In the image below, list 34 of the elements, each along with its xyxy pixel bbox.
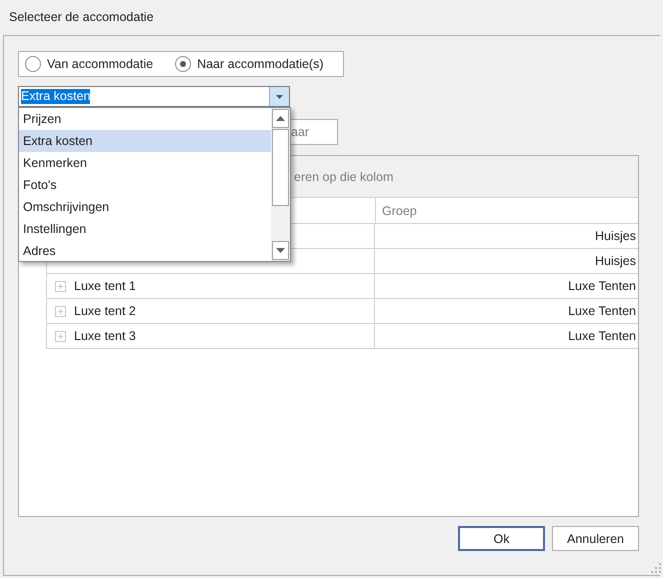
group-panel-hint: eren op die kolom <box>294 170 394 184</box>
radio-button[interactable] <box>175 56 192 72</box>
table-cell: Huisjes <box>595 229 636 243</box>
dropdown-option[interactable]: Omschrijvingen <box>19 196 271 218</box>
expand-icon[interactable] <box>55 330 66 342</box>
category-dropdown[interactable]: Extra kosten <box>18 86 290 107</box>
dropdown-option[interactable]: Instellingen <box>19 218 271 240</box>
expand-icon[interactable] <box>55 306 66 316</box>
dropdown-option[interactable]: Adres <box>19 240 271 262</box>
table-cell: Luxe Tenten <box>568 279 636 293</box>
caret-icon <box>276 94 283 98</box>
dropdown-option[interactable]: Prijzen <box>19 108 271 130</box>
radio-label: Naar accommodatie(s) <box>197 57 324 71</box>
expand-icon[interactable] <box>55 280 66 292</box>
ok-button[interactable]: Ok <box>458 526 545 551</box>
resize-grip-icon[interactable] <box>651 563 661 573</box>
radio-label: Van accommodatie <box>47 57 154 71</box>
dropdown-option[interactable]: Kenmerken <box>19 152 271 174</box>
table-cell: Luxe Tenten <box>568 304 636 318</box>
dropdown-option[interactable]: Extra kosten <box>19 130 271 152</box>
cancel-button[interactable]: Annuleren <box>552 526 639 551</box>
dropdown-option[interactable]: Foto's <box>19 174 271 196</box>
scroll-up-icon[interactable] <box>276 116 285 121</box>
action-button[interactable]: aar <box>291 119 338 145</box>
window-title: Selecteer de accomodatie <box>8 9 155 26</box>
table-cell: Luxe tent 1 <box>74 279 136 293</box>
scrollbar[interactable] <box>271 108 290 261</box>
table-cell: Huisjes <box>595 254 636 268</box>
table-cell: Luxe tent 3 <box>74 329 136 343</box>
scroll-down-icon[interactable] <box>276 248 285 253</box>
table-cell: Luxe Tenten <box>568 329 636 343</box>
radio-button[interactable] <box>25 56 41 72</box>
table-cell: Luxe tent 2 <box>74 304 136 318</box>
column-header[interactable]: Groep <box>382 204 417 218</box>
